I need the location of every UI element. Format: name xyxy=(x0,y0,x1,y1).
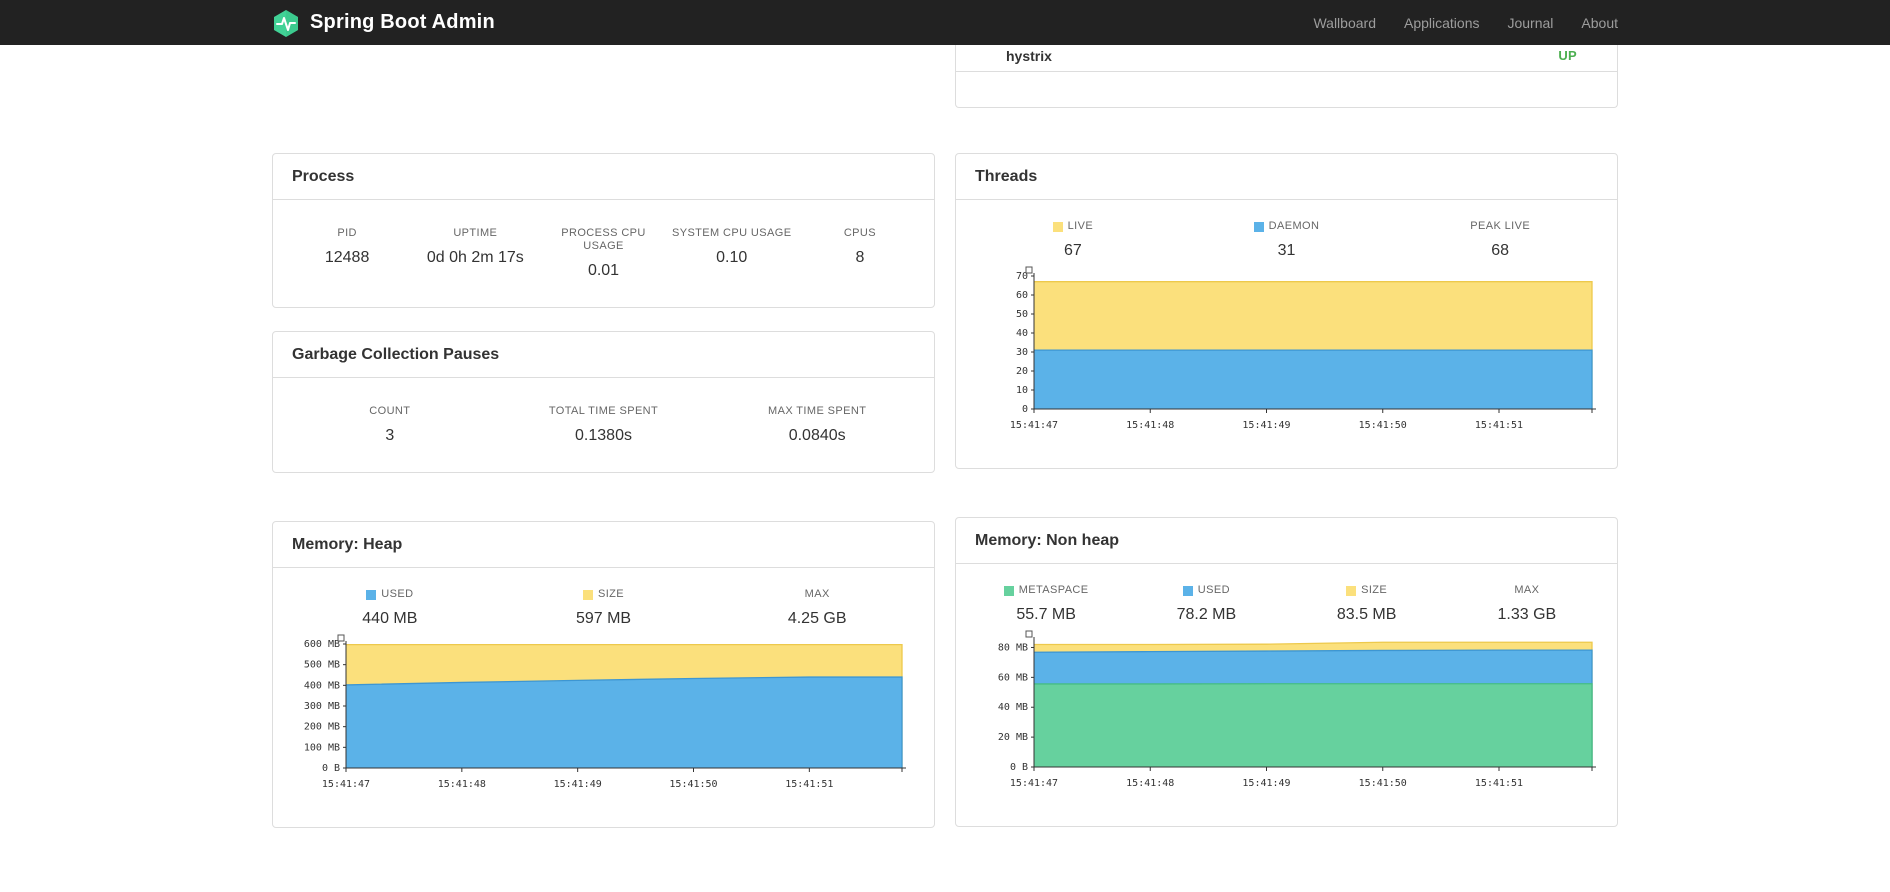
memory-heap-chart: 0 B 100 MB 200 MB 300 MB 400 MB 500 MB 600 MB 1… xyxy=(273,628,934,827)
legend-peak-live: PEAK LIVE 68 xyxy=(1470,220,1531,259)
svg-text:100 MB: 100 MB xyxy=(304,742,340,753)
svg-text:15:41:49: 15:41:49 xyxy=(1242,778,1290,789)
svg-text:80 MB: 80 MB xyxy=(998,642,1028,653)
legend-nonheap-max: MAX 1.33 GB xyxy=(1497,584,1557,623)
memory-nonheap-legend: METASPACE 55.7 MB USED 78.2 MB SIZE 83.5… xyxy=(956,564,1617,624)
svg-text:500 MB: 500 MB xyxy=(304,660,340,671)
svg-text:15:41:51: 15:41:51 xyxy=(1475,420,1523,431)
spring-boot-admin-logo-icon xyxy=(274,9,298,37)
svg-text:400 MB: 400 MB xyxy=(304,680,340,691)
daemon-swatch xyxy=(1253,221,1264,232)
right-column: hystrix UP Threads LIVE 67 DAEMON 31 PEA… xyxy=(955,45,1618,827)
application-row-hystrix[interactable]: hystrix UP xyxy=(956,45,1617,72)
left-column: Process PID 12488 UPTIME 0d 0h 2m 17s PR… xyxy=(272,45,935,828)
memory-heap-panel: Memory: Heap USED 440 MB SIZE 597 MB MAX… xyxy=(272,521,935,828)
gc-panel-title: Garbage Collection Pauses xyxy=(273,332,934,378)
svg-text:15:41:49: 15:41:49 xyxy=(1242,420,1290,431)
svg-text:600 MB: 600 MB xyxy=(304,639,340,650)
legend-daemon: DAEMON 31 xyxy=(1180,220,1394,260)
applications-panel-tail xyxy=(956,72,1617,107)
svg-text:15:41:50: 15:41:50 xyxy=(669,779,717,790)
svg-text:15:41:47: 15:41:47 xyxy=(1010,420,1058,431)
svg-text:15:41:51: 15:41:51 xyxy=(785,779,833,790)
svg-text:200 MB: 200 MB xyxy=(304,722,340,733)
legend-nonheap-size: SIZE 83.5 MB xyxy=(1336,584,1397,623)
nonheap-size-swatch xyxy=(1346,585,1357,596)
nav-item-about[interactable]: About xyxy=(1581,15,1618,31)
nav-item-applications[interactable]: Applications xyxy=(1404,15,1480,31)
svg-text:15:41:49: 15:41:49 xyxy=(554,779,602,790)
legend-nonheap-used: USED 78.2 MB xyxy=(1176,584,1237,623)
metric-gc-total-time: TOTAL TIME SPENT 0.1380s xyxy=(548,405,659,444)
svg-text:10: 10 xyxy=(1016,385,1028,396)
svg-text:0: 0 xyxy=(1022,404,1028,415)
svg-text:15:41:50: 15:41:50 xyxy=(1359,778,1407,789)
metric-gc-max-time: MAX TIME SPENT 0.0840s xyxy=(768,405,867,444)
svg-text:20: 20 xyxy=(1016,366,1028,377)
memory-nonheap-panel: Memory: Non heap METASPACE 55.7 MB USED xyxy=(955,517,1618,827)
metaspace-swatch xyxy=(1003,585,1014,596)
svg-text:40: 40 xyxy=(1016,328,1028,339)
svg-text:15:41:47: 15:41:47 xyxy=(1010,778,1058,789)
application-name: hystrix xyxy=(1006,48,1052,64)
nonheap-used-swatch xyxy=(1182,585,1193,596)
svg-text:300 MB: 300 MB xyxy=(304,701,340,712)
page-container: Process PID 12488 UPTIME 0d 0h 2m 17s PR… xyxy=(272,45,1618,828)
memory-heap-panel-title: Memory: Heap xyxy=(273,522,934,568)
brand[interactable]: Spring Boot Admin xyxy=(272,9,495,37)
svg-text:15:41:51: 15:41:51 xyxy=(1475,778,1523,789)
threads-legend: LIVE 67 DAEMON 31 PEAK LIVE 68 xyxy=(956,200,1617,260)
svg-text:15:41:48: 15:41:48 xyxy=(438,779,486,790)
threads-panel-title: Threads xyxy=(956,154,1617,200)
navbar-container: Spring Boot Admin Wallboard Applications… xyxy=(272,0,1618,45)
heap-used-swatch xyxy=(366,589,377,600)
threads-chart: 0 10 20 30 40 50 60 70 15:41:47 15:41:48 15:41:49 1… xyxy=(956,260,1617,468)
metric-cpus: CPUS 8 xyxy=(843,227,876,266)
memory-nonheap-chart: 0 B 20 MB 40 MB 60 MB 80 MB 15:41:47 15:41:48 1… xyxy=(956,624,1617,826)
svg-text:40 MB: 40 MB xyxy=(998,702,1028,713)
svg-text:15:41:47: 15:41:47 xyxy=(322,779,370,790)
svg-text:0 B: 0 B xyxy=(322,763,340,774)
process-metrics: PID 12488 UPTIME 0d 0h 2m 17s PROCESS CP… xyxy=(273,200,934,307)
heap-size-swatch xyxy=(582,589,593,600)
status-badge: UP xyxy=(1558,48,1577,63)
memory-nonheap-panel-title: Memory: Non heap xyxy=(956,518,1617,564)
metric-system-cpu-usage: SYSTEM CPU USAGE 0.10 xyxy=(671,227,792,266)
legend-live: LIVE 67 xyxy=(966,220,1180,260)
svg-text:20 MB: 20 MB xyxy=(998,732,1028,743)
legend-heap-max: MAX 4.25 GB xyxy=(787,588,847,627)
nav-item-journal[interactable]: Journal xyxy=(1507,15,1553,31)
svg-text:15:41:48: 15:41:48 xyxy=(1126,420,1174,431)
live-swatch xyxy=(1052,221,1063,232)
metric-process-cpu-usage: PROCESS CPU USAGE 0.01 xyxy=(561,227,646,279)
navbar: Spring Boot Admin Wallboard Applications… xyxy=(0,0,1890,45)
metric-pid: PID 12488 xyxy=(324,227,370,266)
process-panel: Process PID 12488 UPTIME 0d 0h 2m 17s PR… xyxy=(272,153,935,308)
svg-text:60 MB: 60 MB xyxy=(998,672,1028,683)
brand-title: Spring Boot Admin xyxy=(310,11,495,33)
svg-text:0 B: 0 B xyxy=(1010,762,1028,773)
threads-panel: Threads LIVE 67 DAEMON 31 PEAK LIVE 68 0… xyxy=(955,153,1618,469)
legend-heap-size: SIZE 597 MB xyxy=(575,588,632,627)
svg-text:15:41:48: 15:41:48 xyxy=(1126,778,1174,789)
svg-text:30: 30 xyxy=(1016,347,1028,358)
svg-text:60: 60 xyxy=(1016,290,1028,301)
nav-item-wallboard[interactable]: Wallboard xyxy=(1313,15,1376,31)
gc-panel: Garbage Collection Pauses COUNT 3 TOTAL … xyxy=(272,331,935,473)
svg-text:15:41:50: 15:41:50 xyxy=(1359,420,1407,431)
nav-links: Wallboard Applications Journal About xyxy=(1313,15,1618,31)
gc-metrics: COUNT 3 TOTAL TIME SPENT 0.1380s MAX TIM… xyxy=(273,378,934,472)
process-panel-title: Process xyxy=(273,154,934,200)
applications-panel: hystrix UP xyxy=(955,45,1618,108)
metric-uptime: UPTIME 0d 0h 2m 17s xyxy=(426,227,524,266)
metric-gc-count: COUNT 3 xyxy=(369,405,411,444)
legend-metaspace: METASPACE 55.7 MB xyxy=(966,584,1126,624)
memory-heap-legend: USED 440 MB SIZE 597 MB MAX 4.25 GB xyxy=(273,568,934,628)
svg-text:50: 50 xyxy=(1016,309,1028,320)
legend-heap-used: USED 440 MB xyxy=(362,588,418,627)
